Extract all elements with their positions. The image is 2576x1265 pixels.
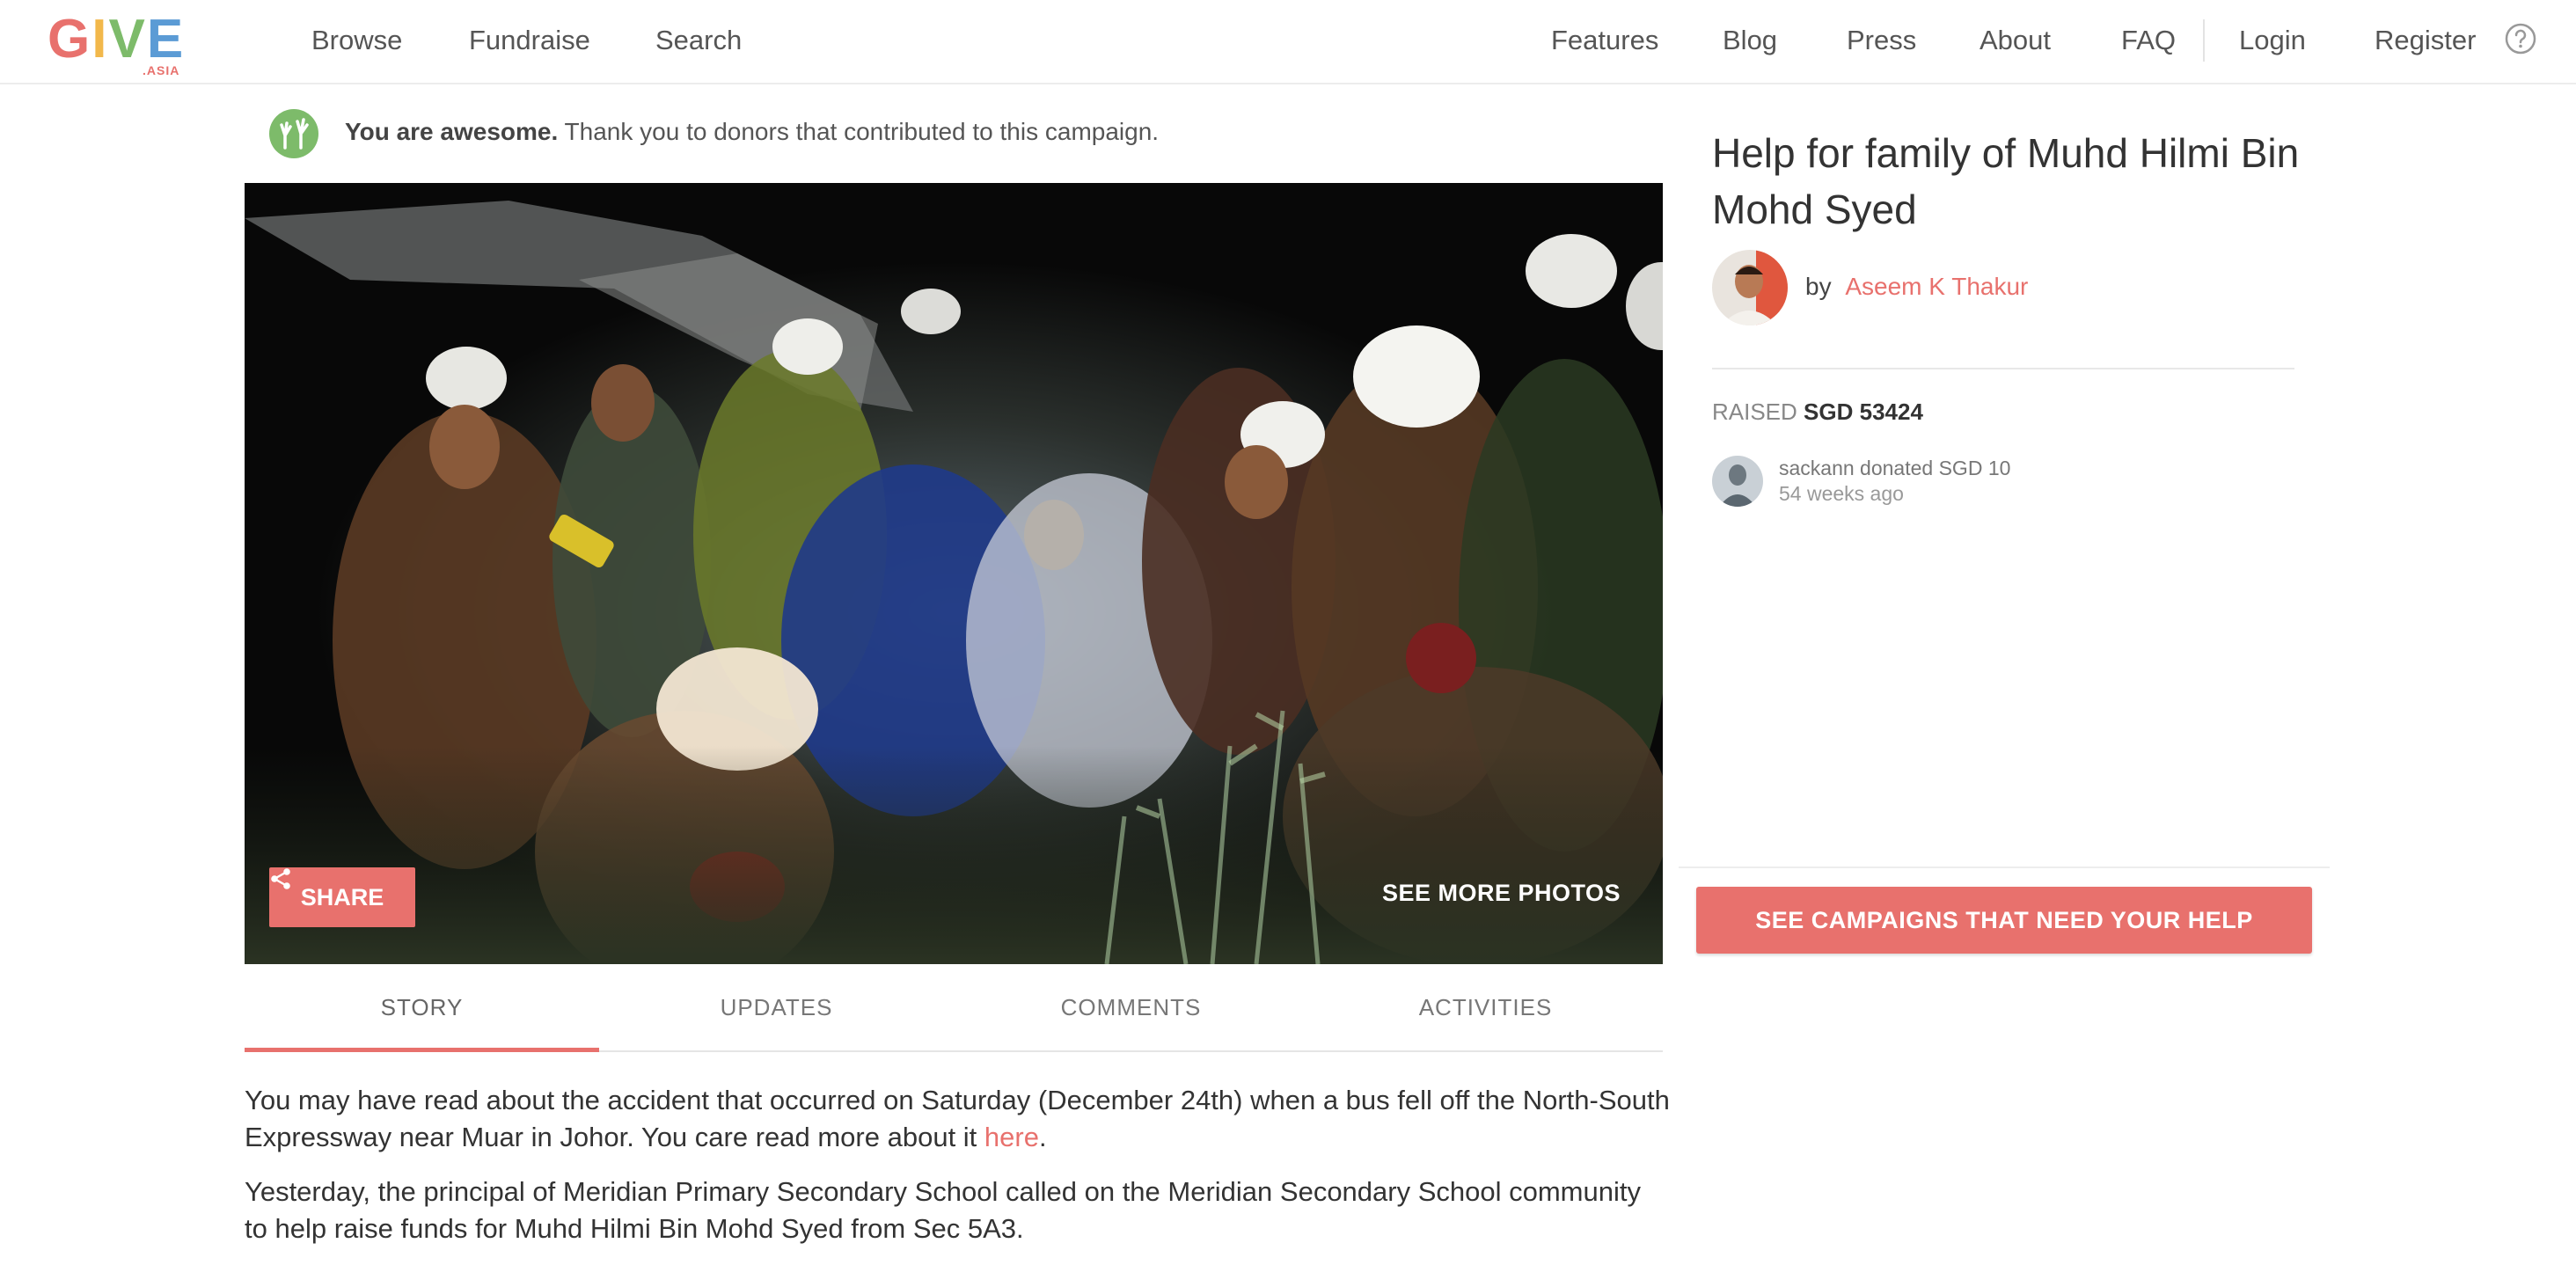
give-asia-logo[interactable]: GIVE .ASIA [48,12,188,78]
tab-updates[interactable]: UPDATES [599,964,954,1050]
active-tab-indicator [245,1048,599,1052]
tab-comments[interactable]: COMMENTS [954,964,1308,1050]
nav-about[interactable]: About [1980,21,2051,60]
nav-features[interactable]: Features [1551,21,1658,60]
raised-hands-icon [269,109,318,158]
question-circle-icon[interactable] [2504,22,2537,55]
see-more-photos-link[interactable]: SEE MORE PHOTOS [1382,880,1621,907]
see-campaigns-button[interactable]: SEE CAMPAIGNS THAT NEED YOUR HELP [1696,887,2312,954]
tab-activities[interactable]: ACTIVITIES [1308,964,1663,1050]
donation-text: sackann donated SGD 10 [1779,457,2011,479]
top-nav: GIVE .ASIA Browse Fundraise Search Featu… [0,0,2576,84]
nav-blog[interactable]: Blog [1723,21,1777,60]
campaign-title: Help for family of Muhd Hilmi Bin Mohd S… [1712,130,2300,232]
nav-login[interactable]: Login [2239,21,2306,60]
thank-you-bold: You are awesome. [345,118,559,145]
campaign-tabs: STORY UPDATES COMMENTS ACTIVITIES [245,964,1663,1052]
organizer-link[interactable]: Aseem K Thakur [1845,273,2028,300]
story-here-link[interactable]: here [984,1122,1039,1152]
donor-avatar [1712,456,1763,507]
raised-amount: SGD 53424 [1804,399,1923,425]
donation-time: 54 weeks ago [1779,482,1904,505]
share-button[interactable]: SHARE [269,867,415,927]
by-label: by [1805,273,1832,300]
logo-suffix: .ASIA [143,63,180,77]
nav-faq[interactable]: FAQ [2121,21,2176,60]
rescue-scene-photo [245,183,1663,964]
title-divider [1712,368,2294,369]
nav-fundraise[interactable]: Fundraise [469,21,590,60]
story-content: You may have read about the accident tha… [245,1082,1670,1265]
share-label: SHARE [300,883,384,910]
story-paragraph-2: Yesterday, the principal of Meridian Pri… [245,1176,1641,1244]
thank-you-text: Thank you to donors that contributed to … [564,118,1160,145]
raised-summary: RAISED SGD 53424 [1712,396,1923,428]
thank-you-message: You are awesome. Thank you to donors tha… [345,114,1159,150]
campaign-photo[interactable]: SHARE SEE MORE PHOTOS [245,183,1663,964]
nav-divider [2203,19,2205,62]
story-paragraph-1: You may have read about the accident tha… [245,1085,1670,1152]
tab-story[interactable]: STORY [245,964,599,1052]
organizer-line: by Aseem K Thakur [1805,269,2028,304]
organizer-avatar[interactable] [1712,250,1788,325]
raised-label: RAISED [1712,399,1797,425]
recent-donation: sackann donated SGD 10 54 weeks ago [1779,456,2010,507]
nav-press[interactable]: Press [1847,21,1916,60]
nav-browse[interactable]: Browse [311,21,402,60]
nav-search[interactable]: Search [655,21,742,60]
nav-register[interactable]: Register [2375,21,2476,60]
sidebar-divider [1679,866,2330,868]
share-icon [271,868,290,889]
